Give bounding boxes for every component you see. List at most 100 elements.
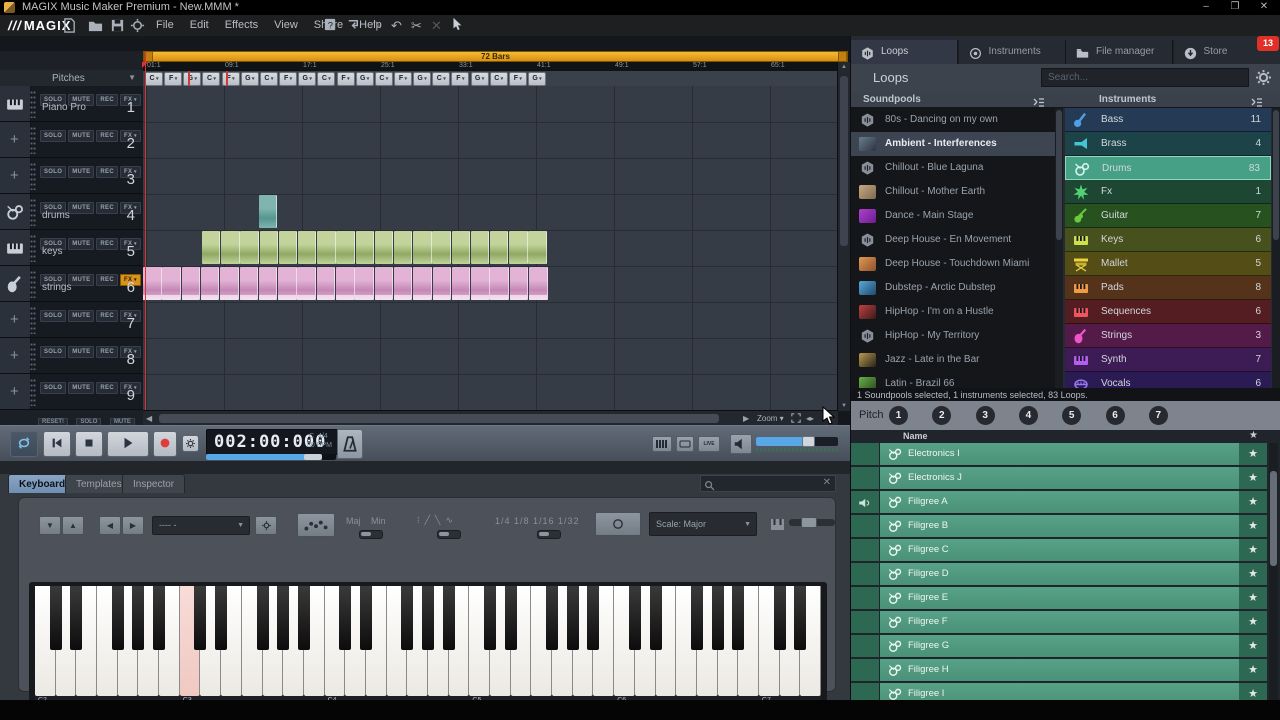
loop-gutter[interactable]: [851, 467, 879, 489]
pitch-button-7[interactable]: 7: [1149, 406, 1168, 425]
track-piano-icon[interactable]: [0, 86, 31, 121]
loop-row[interactable]: Filigree C ★: [851, 539, 1280, 561]
audio-clip[interactable]: [413, 231, 431, 264]
track-grip[interactable]: [30, 126, 36, 154]
audio-clip[interactable]: [202, 231, 220, 264]
loop-gutter[interactable]: [851, 611, 879, 633]
chord-button-g[interactable]: G ▾: [413, 72, 431, 86]
horizontal-scrollbar[interactable]: ◀ ▶ Zoom ▾ ◂▸ −: [143, 410, 838, 426]
audio-clip[interactable]: [259, 267, 278, 300]
next-preset-button[interactable]: ▶: [122, 516, 144, 535]
chord-button-f[interactable]: F ▾: [509, 72, 527, 86]
loop-row[interactable]: Filigree B ★: [851, 515, 1280, 537]
volume-handle[interactable]: [802, 436, 815, 447]
chord-button-g[interactable]: G ▾: [241, 72, 259, 86]
scroll-up-icon[interactable]: ▲: [838, 62, 850, 72]
pitch-button-3[interactable]: 3: [976, 406, 995, 425]
track-mute-button[interactable]: MUTE: [68, 274, 94, 286]
instrument-item-bass[interactable]: Bass 11: [1065, 108, 1271, 132]
menu-effects[interactable]: Effects: [217, 15, 266, 36]
fraction-toggle[interactable]: [537, 530, 561, 539]
search-input[interactable]: [1041, 68, 1249, 87]
audio-clip[interactable]: [317, 231, 335, 264]
chord-button-g[interactable]: G ▾: [183, 72, 201, 86]
audio-clip[interactable]: [259, 195, 277, 228]
audio-clip[interactable]: [394, 267, 413, 300]
loop-gutter[interactable]: [851, 563, 879, 585]
favorite-star-icon[interactable]: ★: [1239, 539, 1267, 561]
chord-button-g[interactable]: G ▾: [471, 72, 489, 86]
soundpool-item[interactable]: Dubstep - Arctic Dubstep: [851, 276, 1055, 300]
chord-button-c[interactable]: C ▾: [490, 72, 508, 86]
pitch-button-1[interactable]: 1: [889, 406, 908, 425]
min-label[interactable]: Min: [371, 516, 386, 526]
audio-clip[interactable]: [278, 267, 297, 300]
audio-clip[interactable]: [394, 231, 412, 264]
chord-button-f[interactable]: F ▾: [164, 72, 182, 86]
keyboard-zoom-slider[interactable]: [789, 519, 835, 526]
play-button[interactable]: [107, 431, 149, 457]
master-volume-slider[interactable]: [756, 437, 838, 446]
loop-row[interactable]: Electronics J ★: [851, 467, 1280, 489]
piano-key-black[interactable]: [567, 586, 579, 650]
stop-button[interactable]: [75, 431, 103, 457]
record-button[interactable]: [153, 431, 177, 457]
audio-clip[interactable]: [221, 231, 239, 264]
instrument-item-brass[interactable]: Brass 4: [1065, 132, 1271, 156]
instrument-preset-dropdown[interactable]: ---- -▼: [152, 516, 250, 535]
cut-scissors-icon[interactable]: ✂: [408, 17, 425, 34]
pitch-button-6[interactable]: 6: [1106, 406, 1125, 425]
audio-clip[interactable]: [336, 231, 354, 264]
master-solo-button[interactable]: SOLO: [76, 418, 101, 425]
range-end-handle[interactable]: [838, 52, 847, 61]
chord-button-c[interactable]: C ▾: [260, 72, 278, 86]
audio-clip[interactable]: [297, 267, 316, 300]
loop-gutter[interactable]: [851, 491, 879, 513]
metronome-button[interactable]: [337, 429, 363, 459]
clear-search-icon[interactable]: ✕: [823, 477, 831, 488]
audio-clip[interactable]: [471, 231, 489, 264]
piano-key-black[interactable]: [505, 586, 517, 650]
instrument-item-strings[interactable]: Strings 3: [1065, 324, 1271, 348]
audio-clip[interactable]: [490, 267, 509, 300]
favorite-star-icon[interactable]: ★: [1239, 587, 1267, 609]
track-mute-button[interactable]: MUTE: [68, 238, 94, 250]
piano-key-black[interactable]: [153, 586, 165, 650]
arp-toggle[interactable]: [437, 530, 461, 539]
timeline-ruler[interactable]: 01:109:117:125:133:141:149:157:165:1: [143, 62, 838, 71]
track-grip[interactable]: [30, 378, 36, 406]
snap-icon[interactable]: [345, 17, 362, 34]
soundpool-item[interactable]: Deep House - En Movement: [851, 228, 1055, 252]
menu-view[interactable]: View: [266, 15, 306, 36]
menu-edit[interactable]: Edit: [182, 15, 217, 36]
loop-name-bar[interactable]: Filigree E: [880, 587, 1266, 609]
audio-clip[interactable]: [471, 267, 490, 300]
audio-clip[interactable]: [413, 267, 432, 300]
speaker-icon[interactable]: [730, 434, 752, 454]
octave-up-button[interactable]: ▲: [62, 516, 84, 535]
bottom-search-box[interactable]: ✕: [700, 475, 836, 492]
restore-button[interactable]: ❐: [1228, 0, 1242, 13]
add-track-button[interactable]: +: [0, 122, 31, 157]
track-solo-button[interactable]: SOLO: [40, 382, 66, 394]
playhead[interactable]: [145, 51, 146, 422]
export-gear-icon[interactable]: [130, 18, 145, 33]
piano-key-black[interactable]: [112, 586, 124, 650]
instrument-item-sequences[interactable]: Sequences 6: [1065, 300, 1271, 324]
audio-clip[interactable]: [279, 231, 297, 264]
loop-name-bar[interactable]: Filigree A: [880, 491, 1266, 513]
loop-row[interactable]: Filigree G ★: [851, 635, 1280, 657]
instruments-scrollbar[interactable]: [1272, 108, 1280, 388]
audio-clip[interactable]: [375, 267, 394, 300]
note-fraction-labels[interactable]: 1/4 1/8 1/16 1/32: [495, 516, 580, 526]
piano-key-black[interactable]: [298, 586, 310, 650]
track-solo-button[interactable]: SOLO: [40, 310, 66, 322]
piano-key-black[interactable]: [422, 586, 434, 650]
menu-file[interactable]: File: [148, 15, 182, 36]
skip-to-start-button[interactable]: [43, 431, 71, 457]
audio-clip[interactable]: [528, 231, 546, 264]
soundpool-item[interactable]: HipHop - I'm on a Hustle: [851, 300, 1055, 324]
song-progress-bar[interactable]: [206, 454, 336, 460]
loop-gutter[interactable]: [851, 587, 879, 609]
track-rec-button[interactable]: REC: [96, 238, 118, 250]
